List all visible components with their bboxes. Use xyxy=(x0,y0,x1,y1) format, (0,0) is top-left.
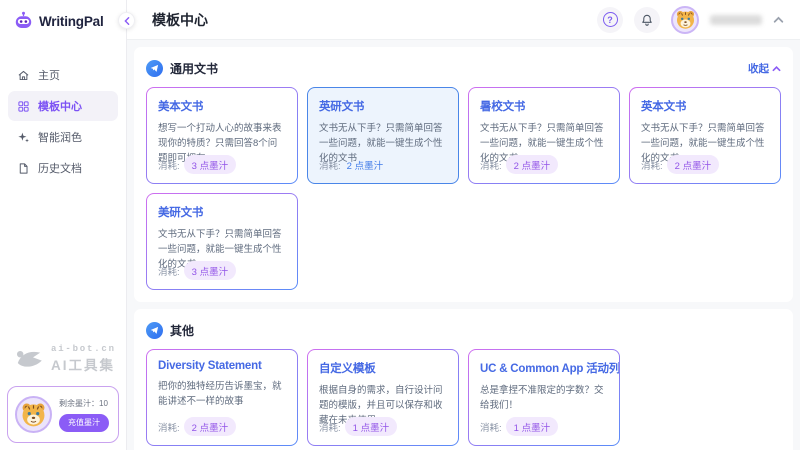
watermark: ai-bot.cn AI工具集 xyxy=(0,344,126,374)
template-card-summer-school[interactable]: 暑校文书 文书无从下手？只需简单回答一些问题，就能一键生成个性化的文书 消耗: … xyxy=(468,87,620,184)
chevron-up-icon xyxy=(772,64,781,73)
section-general-documents: 通用文书 收起 美本文书 想写一个打动人心的故事来表现你的特质？只需回答8个问题… xyxy=(134,47,793,302)
card-title: 英本文书 xyxy=(641,98,769,114)
template-card-uc-commonapp-activity-list[interactable]: UC & Common App 活动列表 总是拿捏不准限定的字数？交给我们！ 消… xyxy=(468,349,620,446)
cost-label: 消耗: xyxy=(480,420,502,434)
user-avatar[interactable] xyxy=(671,6,699,34)
template-card-uk-undergrad[interactable]: 英本文书 文书无从下手？只需简单回答一些问题，就能一键生成个性化的文书 消耗: … xyxy=(629,87,781,184)
collapse-label: 收起 xyxy=(748,61,769,76)
brand-name: WritingPal xyxy=(39,14,104,29)
sidebar-bottom: ai-bot.cn AI工具集 xyxy=(0,344,126,450)
card-footer: 消耗: 3 点墨汁 xyxy=(158,261,236,280)
card-grid: 美本文书 想写一个打动人心的故事来表现你的特质？只需回答8个问题即可拥有 消耗:… xyxy=(146,87,781,290)
page-title: 模板中心 xyxy=(152,10,208,30)
section-title: 通用文书 xyxy=(170,60,218,77)
cost-badge: 3 点墨汁 xyxy=(184,155,236,174)
cost-badge: 1 点墨汁 xyxy=(345,417,397,436)
robot-logo-icon xyxy=(13,11,34,32)
cost-badge: 2 点墨汁 xyxy=(184,417,236,436)
sidebar-item-label: 历史文档 xyxy=(38,160,82,176)
cost-badge: 2 点墨汁 xyxy=(667,155,719,174)
ai-bot-watermark-icon xyxy=(13,345,45,373)
template-card-diversity-statement[interactable]: Diversity Statement 把你的独特经历告诉墨宝，就能讲述不一样的… xyxy=(146,349,298,446)
template-card-us-grad[interactable]: 美研文书 文书无从下手？只需简单回答一些问题，就能一键生成个性化的文书 消耗: … xyxy=(146,193,298,290)
help-icon: ? xyxy=(603,12,618,27)
sidebar-item-template-center[interactable]: 模板中心 xyxy=(8,91,118,121)
app-screen: WritingPal 主页 模板中心 智能 xyxy=(0,0,800,450)
tiger-avatar-icon xyxy=(20,401,47,428)
card-title: 美研文书 xyxy=(158,204,286,220)
document-icon xyxy=(17,162,30,175)
header: 模板中心 ? xyxy=(127,0,800,40)
card-footer: 消耗: 1 点墨汁 xyxy=(319,417,397,436)
header-actions: ? xyxy=(597,6,784,34)
notifications-button[interactable] xyxy=(634,7,660,33)
cost-label: 消耗: xyxy=(641,158,663,172)
user-avatar xyxy=(15,396,52,433)
paper-plane-icon xyxy=(146,322,163,339)
collapse-section-button[interactable]: 收起 xyxy=(748,61,781,76)
section-title: 其他 xyxy=(170,322,194,339)
card-footer: 消耗: 2 点墨汁 xyxy=(319,155,385,174)
card-title: 美本文书 xyxy=(158,98,286,114)
card-footer: 消耗: 2 点墨汁 xyxy=(158,417,236,436)
cost-badge: 3 点墨汁 xyxy=(184,261,236,280)
cost-badge: 2 点墨汁 xyxy=(506,155,558,174)
cost-label: 消耗: xyxy=(158,420,180,434)
chevron-left-icon xyxy=(123,17,131,25)
card-footer: 消耗: 1 点墨汁 xyxy=(480,417,558,436)
cost-label: 消耗: xyxy=(319,420,341,434)
sparkle-icon xyxy=(17,131,30,144)
template-card-us-undergrad[interactable]: 美本文书 想写一个打动人心的故事来表现你的特质？只需回答8个问题即可拥有 消耗:… xyxy=(146,87,298,184)
cost-label: 消耗: xyxy=(158,264,180,278)
cost-label: 消耗: xyxy=(319,158,341,172)
watermark-name: AI工具集 xyxy=(51,354,116,374)
section-header: 其他 xyxy=(146,318,781,342)
template-card-custom-template[interactable]: 自定义模板 根据自身的需求，自行设计问题的模版，并且可以保存和收藏在未来使用 消… xyxy=(307,349,459,446)
section-other: 其他 Diversity Statement 把你的独特经历告诉墨宝，就能讲述不… xyxy=(134,309,793,450)
bell-icon xyxy=(640,13,654,27)
main-content: 通用文书 收起 美本文书 想写一个打动人心的故事来表现你的特质？只需回答8个问题… xyxy=(127,40,800,450)
sidebar-item-home[interactable]: 主页 xyxy=(8,60,118,90)
cost-badge: 1 点墨汁 xyxy=(506,417,558,436)
card-title: 自定义模板 xyxy=(319,360,447,376)
section-header: 通用文书 收起 xyxy=(146,56,781,80)
template-card-uk-grad[interactable]: 英研文书 文书无从下手？只需简单回答一些问题，就能一键生成个性化的文书 消耗: … xyxy=(307,87,459,184)
cost-badge: 2 点墨汁 xyxy=(345,155,385,174)
sidebar-item-smart-polish[interactable]: 智能润色 xyxy=(8,122,118,152)
ink-balance-card: 剩余墨汁：10 充值墨汁 xyxy=(7,386,119,443)
card-footer: 消耗: 3 点墨汁 xyxy=(158,155,236,174)
username-redacted xyxy=(710,15,762,25)
remaining-ink-label: 剩余墨汁：10 xyxy=(59,398,109,409)
card-description: 总是拿捏不准限定的字数？交给我们！ xyxy=(480,383,608,413)
brand-logo: WritingPal xyxy=(0,0,126,32)
grid-icon xyxy=(17,100,30,113)
home-icon xyxy=(17,69,30,82)
card-footer: 消耗: 2 点墨汁 xyxy=(641,155,719,174)
card-grid: Diversity Statement 把你的独特经历告诉墨宝，就能讲述不一样的… xyxy=(146,349,781,446)
watermark-domain: ai-bot.cn xyxy=(51,344,116,354)
cost-label: 消耗: xyxy=(480,158,502,172)
card-title: 英研文书 xyxy=(319,98,447,114)
help-button[interactable]: ? xyxy=(597,7,623,33)
paper-plane-icon xyxy=(146,60,163,77)
cost-label: 消耗: xyxy=(158,158,180,172)
card-title: Diversity Statement xyxy=(158,360,286,372)
sidebar-item-history-docs[interactable]: 历史文档 xyxy=(8,153,118,183)
card-description: 把你的独特经历告诉墨宝，就能讲述不一样的故事 xyxy=(158,379,286,409)
chevron-up-icon[interactable] xyxy=(773,14,784,25)
sidebar-item-label: 智能润色 xyxy=(38,129,82,145)
sidebar-nav: 主页 模板中心 智能润色 历史文档 xyxy=(0,60,126,184)
card-title: UC & Common App 活动列表 xyxy=(480,360,608,376)
sidebar: WritingPal 主页 模板中心 智能 xyxy=(0,0,127,450)
sidebar-item-label: 模板中心 xyxy=(38,98,82,114)
tiger-avatar-icon xyxy=(675,9,696,30)
card-footer: 消耗: 2 点墨汁 xyxy=(480,155,558,174)
card-title: 暑校文书 xyxy=(480,98,608,114)
recharge-ink-button[interactable]: 充值墨汁 xyxy=(59,414,109,432)
sidebar-collapse-button[interactable] xyxy=(118,12,135,29)
sidebar-item-label: 主页 xyxy=(38,67,60,83)
